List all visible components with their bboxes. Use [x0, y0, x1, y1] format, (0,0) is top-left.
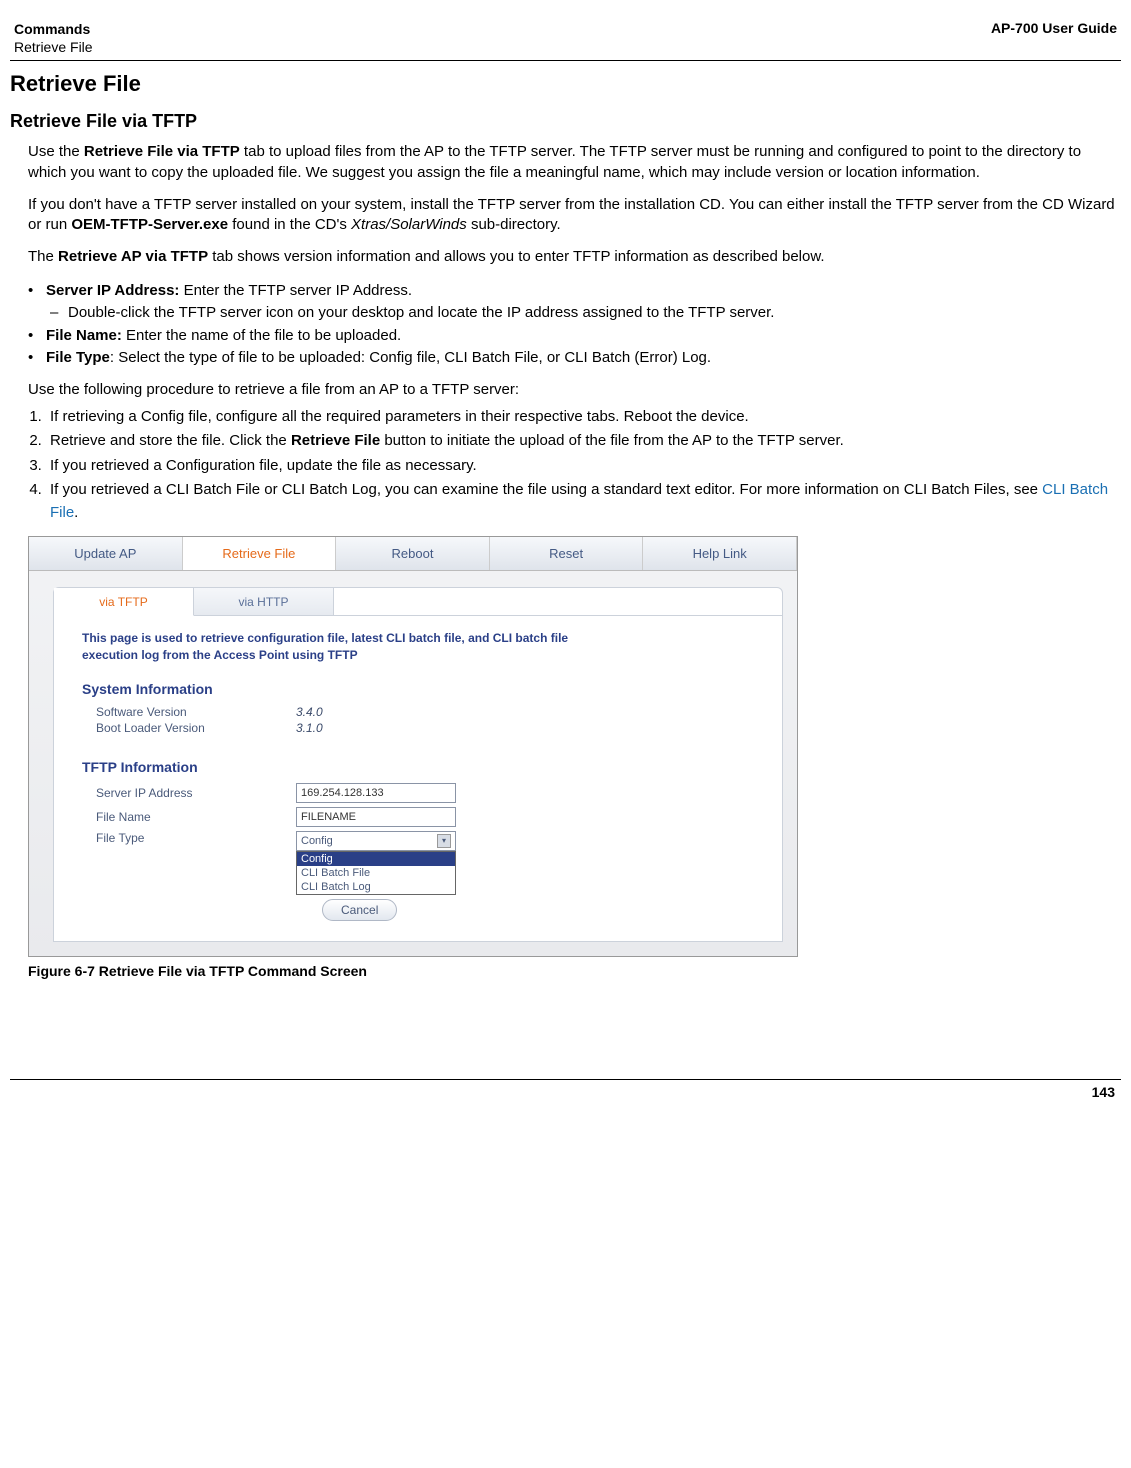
paragraph-2: If you don't have a TFTP server installe… [28, 195, 1121, 236]
header-guide-title: AP-700 User Guide [991, 20, 1117, 56]
header-section: Commands [14, 20, 93, 38]
bullet-label: File Name: [46, 327, 122, 344]
text: The [28, 248, 58, 265]
step-item: If you retrieved a Configuration file, u… [46, 455, 1121, 478]
tab-update-ap[interactable]: Update AP [29, 537, 183, 570]
server-ip-input[interactable] [296, 783, 456, 803]
tab-reset[interactable]: Reset [490, 537, 644, 570]
boot-loader-row: Boot Loader Version 3.1.0 [96, 721, 764, 735]
chevron-down-icon[interactable]: ▾ [437, 834, 451, 848]
figure-caption: Figure 6-7 Retrieve File via TFTP Comman… [28, 963, 1121, 979]
file-name-row: File Name [96, 807, 764, 827]
page-header: Commands Retrieve File AP-700 User Guide [10, 20, 1121, 56]
step-item: If retrieving a Config file, configure a… [46, 406, 1121, 429]
bullet-list: Server IP Address: Enter the TFTP server… [28, 280, 1121, 370]
header-rule [10, 60, 1121, 61]
tftp-info-heading: TFTP Information [82, 759, 764, 775]
subtab-via-tftp[interactable]: via TFTP [54, 588, 194, 616]
step-text: If you retrieved a Configuration file, u… [50, 457, 477, 474]
file-type-dropdown: Config CLI Batch File CLI Batch Log [296, 851, 456, 895]
paragraph-4: Use the following procedure to retrieve … [28, 380, 1121, 400]
tab-reboot[interactable]: Reboot [336, 537, 490, 570]
file-type-label: File Type [96, 831, 296, 845]
sub-bullet-item: Double-click the TFTP server icon on you… [50, 302, 1121, 325]
bullet-item: Server IP Address: Enter the TFTP server… [28, 280, 1121, 325]
file-name-label: File Name [96, 810, 296, 824]
software-version-label: Software Version [96, 705, 296, 719]
header-left: Commands Retrieve File [14, 20, 93, 56]
step-text: Retrieve and store the file. Click the [50, 432, 291, 449]
step-text: If you retrieved a CLI Batch File or CLI… [50, 481, 1042, 498]
text: found in the CD's [228, 216, 351, 233]
boot-loader-label: Boot Loader Version [96, 721, 296, 735]
option-config[interactable]: Config [297, 852, 455, 866]
step-text: . [74, 504, 78, 521]
file-type-select-wrap: Config ▾ Config CLI Batch File CLI Batch… [296, 831, 456, 851]
inner-panel: via TFTP via HTTP This page is used to r… [53, 587, 783, 941]
bullet-item: File Type: Select the type of file to be… [28, 347, 1121, 370]
server-ip-label: Server IP Address [96, 786, 296, 800]
step-text: If retrieving a Config file, configure a… [50, 408, 749, 425]
bullet-item: File Name: Enter the name of the file to… [28, 325, 1121, 348]
paragraph-1: Use the Retrieve File via TFTP tab to up… [28, 142, 1121, 183]
system-info-heading: System Information [82, 681, 764, 697]
subsection-title: Retrieve File via TFTP [10, 111, 1121, 132]
ordered-steps: If retrieving a Config file, configure a… [46, 406, 1121, 525]
bold-text: Retrieve File via TFTP [84, 143, 240, 160]
bullet-text: Enter the TFTP server IP Address. [179, 282, 412, 299]
bullet-label: File Type [46, 349, 110, 366]
option-cli-batch-file[interactable]: CLI Batch File [297, 866, 455, 880]
cancel-button[interactable]: Cancel [322, 899, 397, 921]
paragraph-3: The Retrieve AP via TFTP tab shows versi… [28, 247, 1121, 267]
main-tabs: Update AP Retrieve File Reboot Reset Hel… [29, 537, 797, 571]
section-title: Retrieve File [10, 71, 1121, 97]
boot-loader-value: 3.1.0 [296, 721, 323, 735]
bold-text: OEM-TFTP-Server.exe [71, 216, 228, 233]
sub-tabs: via TFTP via HTTP [54, 588, 782, 616]
software-version-value: 3.4.0 [296, 705, 323, 719]
screenshot-panel: Update AP Retrieve File Reboot Reset Hel… [28, 536, 798, 956]
server-ip-row: Server IP Address [96, 783, 764, 803]
file-type-row: File Type Config ▾ Config CLI Batch File… [96, 831, 764, 851]
panel-content: This page is used to retrieve configurat… [54, 616, 782, 926]
file-name-input[interactable] [296, 807, 456, 827]
page-number: 143 [10, 1080, 1121, 1100]
bullet-label: Server IP Address: [46, 282, 179, 299]
tab-help-link[interactable]: Help Link [643, 537, 797, 570]
software-version-row: Software Version 3.4.0 [96, 705, 764, 719]
bullet-text: : Select the type of file to be uploaded… [110, 349, 711, 366]
sub-bullet-text: Double-click the TFTP server icon on you… [68, 304, 774, 321]
bold-text: Retrieve AP via TFTP [58, 248, 208, 265]
tab-retrieve-file[interactable]: Retrieve File [183, 537, 337, 570]
italic-text: Xtras/SolarWinds [351, 216, 467, 233]
step-item: Retrieve and store the file. Click the R… [46, 430, 1121, 453]
text: tab shows version information and allows… [208, 248, 824, 265]
step-item: If you retrieved a CLI Batch File or CLI… [46, 479, 1121, 524]
file-type-selected: Config [301, 835, 333, 847]
text: sub-directory. [467, 216, 561, 233]
bullet-text: Enter the name of the file to be uploade… [122, 327, 401, 344]
subtab-via-http[interactable]: via HTTP [194, 588, 334, 616]
file-type-select[interactable]: Config ▾ [296, 831, 456, 851]
step-text: button to initiate the upload of the fil… [380, 432, 844, 449]
option-cli-batch-log[interactable]: CLI Batch Log [297, 880, 455, 894]
text: Use the [28, 143, 84, 160]
panel-description: This page is used to retrieve configurat… [82, 630, 622, 662]
header-subsection: Retrieve File [14, 38, 93, 56]
subtab-spacer [334, 588, 782, 616]
bold-text: Retrieve File [291, 432, 380, 449]
